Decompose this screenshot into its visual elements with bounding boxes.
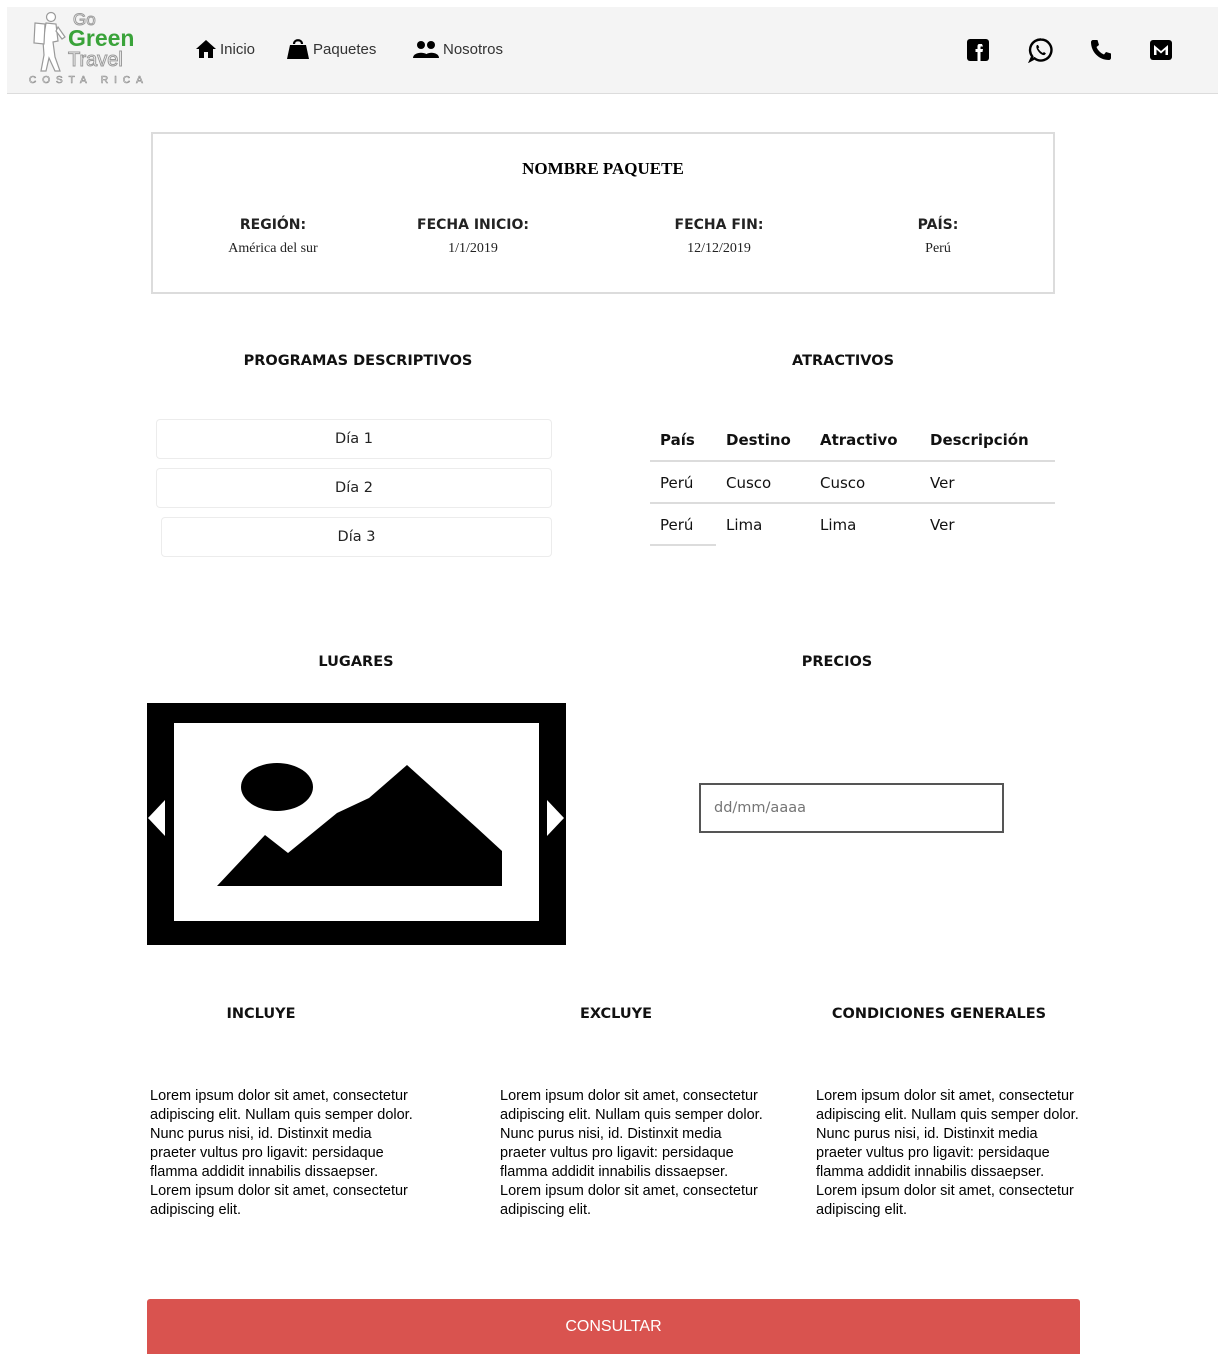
mail-link[interactable] <box>1148 37 1174 63</box>
cell-destination: Cusco <box>726 474 772 492</box>
nav-paquetes[interactable]: Paquetes <box>286 37 376 61</box>
start-date-label: FECHA INICIO: <box>417 217 529 233</box>
general-conditions-title: CONDICIONES GENERALES <box>831 1006 1047 1022</box>
cell-attraction: Cusco <box>820 474 866 492</box>
hiker-logo-icon <box>33 11 66 72</box>
end-date-label: FECHA FIN: <box>674 217 764 233</box>
attractions-table: País Destino Atractivo Descripción Perú … <box>650 420 1055 546</box>
date-input[interactable] <box>699 783 1004 833</box>
go-green-travel-logo[interactable]: Go Green Travel COSTA RICA <box>7 7 155 93</box>
end-date-value: 12/12/2019 <box>687 241 751 256</box>
day-1-button[interactable]: Día 1 <box>156 419 552 459</box>
region-field: REGIÓN: América del sur <box>193 217 353 257</box>
table-row: Perú Cusco Cusco Ver <box>650 462 1055 504</box>
day-2-button[interactable]: Día 2 <box>156 468 552 508</box>
column-header-country: País <box>660 431 695 449</box>
table-row: Perú Lima Lima Ver <box>650 504 1055 546</box>
facebook-link[interactable] <box>965 37 991 63</box>
places-carousel <box>147 703 566 945</box>
logo-text-country: COSTA RICA <box>29 75 149 87</box>
region-value: América del sur <box>228 241 318 256</box>
nav-inicio[interactable]: Inicio <box>195 37 255 61</box>
includes-title: INCLUYE <box>226 1006 296 1022</box>
whatsapp-link[interactable] <box>1028 37 1054 63</box>
cell-attraction: Lima <box>820 516 857 534</box>
country-field: PAÍS: Perú <box>858 217 1018 257</box>
carousel-prev-arrow-icon[interactable] <box>147 798 167 838</box>
region-label: REGIÓN: <box>239 217 307 233</box>
start-date-value: 1/1/2019 <box>448 241 498 256</box>
column-header-destination: Destino <box>726 431 791 449</box>
programs-title: PROGRAMAS DESCRIPTIVOS <box>243 353 473 369</box>
places-title: LUGARES <box>318 654 394 670</box>
top-navbar: Go Green Travel COSTA RICA Inicio Paquet… <box>7 7 1218 94</box>
column-header-description: Descripción <box>930 431 1029 449</box>
includes-text: Lorem ipsum dolor sit amet, consectetur … <box>150 1088 413 1218</box>
day-3-button[interactable]: Día 3 <box>161 517 552 557</box>
end-date-field: FECHA FIN: 12/12/2019 <box>639 217 799 257</box>
general-conditions-text: Lorem ipsum dolor sit amet, consectetur … <box>816 1088 1079 1218</box>
bag-icon <box>287 39 309 59</box>
mail-icon <box>1150 40 1172 60</box>
column-header-attraction: Atractivo <box>820 431 898 449</box>
facebook-icon <box>967 39 989 61</box>
start-date-field: FECHA INICIO: 1/1/2019 <box>393 217 553 257</box>
nav-inicio-label: Inicio <box>220 40 256 58</box>
view-description-link[interactable]: Ver <box>930 516 955 534</box>
table-header-row: País Destino Atractivo Descripción <box>650 420 1055 462</box>
excludes-title: EXCLUYE <box>579 1006 653 1022</box>
cell-destination: Lima <box>726 516 763 534</box>
table-divider <box>650 544 716 546</box>
consult-button[interactable]: CONSULTAR <box>147 1299 1080 1354</box>
people-icon <box>413 41 439 58</box>
prices-title: PRECIOS <box>801 654 873 670</box>
logo-text-travel: Travel <box>68 49 124 72</box>
cell-country: Perú <box>660 474 694 492</box>
nav-nosotros-label: Nosotros <box>443 40 504 58</box>
cell-country: Perú <box>660 516 694 534</box>
attractions-title: ATRACTIVOS <box>791 353 895 369</box>
package-summary-card: NOMBRE PAQUETE REGIÓN: América del sur F… <box>151 132 1055 294</box>
carousel-next-arrow-icon[interactable] <box>545 798 565 838</box>
package-title: NOMBRE PAQUETE <box>522 159 684 178</box>
phone-link[interactable] <box>1088 37 1114 63</box>
country-value: Perú <box>925 241 951 256</box>
whatsapp-icon <box>1028 38 1053 63</box>
nav-nosotros[interactable]: Nosotros <box>412 37 503 61</box>
home-icon <box>196 40 216 58</box>
logo-text-green: Green <box>68 25 135 51</box>
excludes-text: Lorem ipsum dolor sit amet, consectetur … <box>500 1088 763 1218</box>
phone-icon <box>1091 40 1111 60</box>
nav-paquetes-label: Paquetes <box>313 40 377 58</box>
image-placeholder-icon <box>174 723 539 921</box>
country-label: PAÍS: <box>917 217 959 233</box>
view-description-link[interactable]: Ver <box>930 474 955 492</box>
